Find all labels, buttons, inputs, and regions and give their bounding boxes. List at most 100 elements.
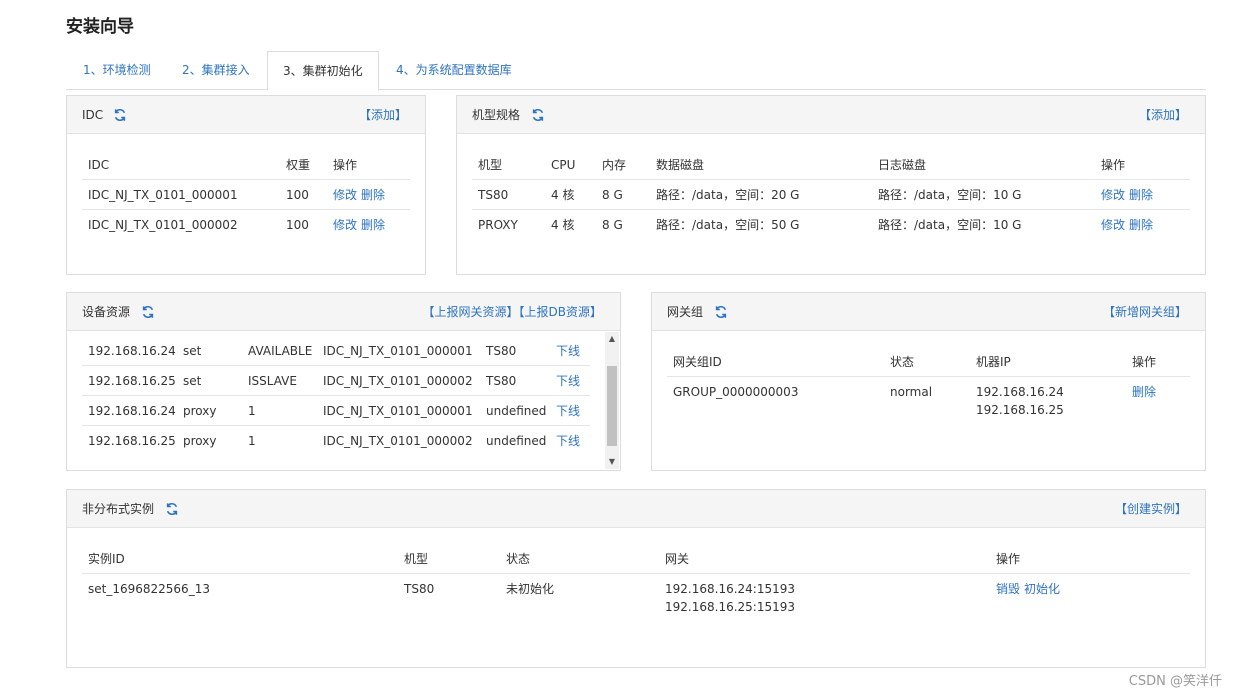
edit-link[interactable]: 修改 [1101, 218, 1125, 232]
scroll-down-arrow-icon[interactable]: ▼ [605, 455, 619, 469]
refresh-icon[interactable] [141, 305, 155, 319]
idc-weight: 100 [286, 218, 309, 232]
gateway-ip: 192.168.16.25 [976, 403, 1064, 417]
spec-data-disk: 路径：/data，空间：50 G [656, 218, 800, 232]
col-gateway: 网关 [665, 552, 690, 566]
device-ip: 192.168.16.24 [88, 404, 176, 418]
spec-cpu: 4 核 [551, 218, 575, 232]
gateway-panel-header: 网关组 【新增网关组】 [652, 293, 1205, 331]
col-log-disk: 日志磁盘 [878, 158, 927, 172]
instances-panel-title: 非分布式实例 [82, 502, 155, 516]
table-row: IDC_NJ_TX_0101_000001 100 修改 删除 [82, 180, 410, 210]
device-state: AVAILABLE [248, 344, 313, 358]
device-model: TS80 [486, 374, 517, 388]
instance-gateway: 192.168.16.24:15193 [665, 582, 796, 596]
device-ip: 192.168.16.25 [88, 434, 176, 448]
instance-gateway: 192.168.16.25:15193 [665, 600, 796, 614]
offline-link[interactable]: 下线 [556, 336, 580, 366]
device-idc: IDC_NJ_TX_0101_000001 [323, 404, 473, 418]
table-row: 192.168.16.24 proxy 1 IDC_NJ_TX_0101_000… [82, 396, 590, 426]
table-row: GROUP_0000000003 normal 192.168.16.24 192… [667, 377, 1190, 417]
col-idc: IDC [88, 158, 110, 172]
spec-add-button[interactable]: 【添加】 [1139, 96, 1187, 134]
tab-cluster-join[interactable]: 2、集群接入 [167, 51, 265, 90]
device-model: undefined [486, 434, 547, 448]
gateway-table: 网关组ID 状态 机器IP 操作 GROUP_0000000003 normal… [667, 347, 1190, 417]
table-row: 192.168.16.24 set AVAILABLE IDC_NJ_TX_01… [82, 336, 590, 366]
edit-link[interactable]: 修改 [333, 218, 357, 232]
report-gateway-button[interactable]: 【上报网关资源】 [423, 305, 519, 319]
col-machine-ip: 机器IP [976, 355, 1011, 369]
col-cpu: CPU [551, 158, 576, 172]
initialize-link[interactable]: 初始化 [1024, 582, 1060, 596]
table-row: 192.168.16.25 proxy 1 IDC_NJ_TX_0101_000… [82, 426, 590, 456]
tab-env-check[interactable]: 1、环境检测 [68, 51, 166, 90]
delete-link[interactable]: 删除 [361, 188, 385, 202]
col-model: 机型 [404, 552, 429, 566]
scrollbar-thumb[interactable] [607, 366, 617, 446]
instances-panel-header: 非分布式实例 【创建实例】 [67, 490, 1205, 528]
instance-gateways: 192.168.16.24:15193 192.168.16.25:15193 [665, 580, 795, 616]
gateway-ips: 192.168.16.24 192.168.16.25 [976, 383, 1064, 419]
gateway-group-id: GROUP_0000000003 [673, 385, 799, 399]
device-panel: 设备资源 【上报网关资源】【上报DB资源】 192.168.16.24 set … [66, 292, 621, 471]
col-action: 操作 [1101, 158, 1126, 172]
scroll-up-arrow-icon[interactable]: ▲ [605, 332, 619, 346]
device-state: 1 [248, 404, 256, 418]
destroy-link[interactable]: 销毁 [996, 582, 1020, 596]
device-model: TS80 [486, 344, 517, 358]
idc-name: IDC_NJ_TX_0101_000001 [88, 188, 238, 202]
offline-link[interactable]: 下线 [556, 366, 580, 396]
idc-panel-title: IDC [82, 108, 104, 122]
gateway-panel-title: 网关组 [667, 305, 704, 319]
create-instance-button[interactable]: 【创建实例】 [1115, 490, 1187, 528]
add-gateway-group-button[interactable]: 【新增网关组】 [1103, 293, 1187, 331]
refresh-icon[interactable] [714, 305, 728, 319]
col-instance-id: 实例ID [88, 552, 125, 566]
device-type: set [183, 344, 202, 358]
idc-add-button[interactable]: 【添加】 [359, 96, 407, 134]
table-row: IDC_NJ_TX_0101_000002 100 修改 删除 [82, 210, 410, 240]
device-scrollbar[interactable]: ▲ ▼ [605, 332, 619, 469]
page-title: 安装向导 [66, 17, 134, 37]
spec-panel-header: 机型规格 【添加】 [457, 96, 1205, 134]
tab-db-config[interactable]: 4、为系统配置数据库 [381, 51, 527, 90]
table-row: 192.168.16.25 set ISSLAVE IDC_NJ_TX_0101… [82, 366, 590, 396]
table-header-row: 机型 CPU 内存 数据磁盘 日志磁盘 操作 [472, 150, 1190, 180]
edit-link[interactable]: 修改 [1101, 188, 1125, 202]
delete-link[interactable]: 删除 [1129, 218, 1153, 232]
table-row: TS80 4 核 8 G 路径：/data，空间：20 G 路径：/data，空… [472, 180, 1190, 210]
col-group-id: 网关组ID [673, 355, 722, 369]
watermark: CSDN @笑洋仟 [1128, 674, 1222, 689]
idc-panel-header: IDC 【添加】 [67, 96, 425, 134]
device-table: 192.168.16.24 set AVAILABLE IDC_NJ_TX_01… [82, 336, 590, 456]
device-state: ISSLAVE [248, 374, 297, 388]
delete-link[interactable]: 删除 [1129, 188, 1153, 202]
spec-panel-title: 机型规格 [472, 108, 521, 122]
spec-log-disk: 路径：/data，空间：10 G [878, 218, 1022, 232]
idc-weight: 100 [286, 188, 309, 202]
edit-link[interactable]: 修改 [333, 188, 357, 202]
table-header-row: IDC 权重 操作 [82, 150, 410, 180]
col-mem: 内存 [602, 158, 627, 172]
refresh-icon[interactable] [165, 502, 179, 516]
offline-link[interactable]: 下线 [556, 396, 580, 426]
tab-cluster-init[interactable]: 3、集群初始化 [267, 51, 379, 91]
device-idc: IDC_NJ_TX_0101_000002 [323, 374, 473, 388]
refresh-icon[interactable] [113, 108, 127, 122]
delete-link[interactable]: 删除 [1132, 377, 1156, 407]
table-header-row: 实例ID 机型 状态 网关 操作 [82, 544, 1190, 574]
table-header-row: 网关组ID 状态 机器IP 操作 [667, 347, 1190, 377]
instance-id: set_1696822566_13 [88, 582, 210, 596]
spec-table: 机型 CPU 内存 数据磁盘 日志磁盘 操作 TS80 4 核 8 G 路径：/… [472, 150, 1190, 240]
offline-link[interactable]: 下线 [556, 426, 580, 456]
refresh-icon[interactable] [531, 108, 545, 122]
device-ip: 192.168.16.24 [88, 344, 176, 358]
spec-log-disk: 路径：/data，空间：10 G [878, 188, 1022, 202]
table-row: PROXY 4 核 8 G 路径：/data，空间：50 G 路径：/data，… [472, 210, 1190, 240]
spec-data-disk: 路径：/data，空间：20 G [656, 188, 800, 202]
col-model: 机型 [478, 158, 503, 172]
delete-link[interactable]: 删除 [361, 218, 385, 232]
spec-model: PROXY [478, 218, 518, 232]
report-db-button[interactable]: 【上报DB资源】 [519, 305, 602, 319]
